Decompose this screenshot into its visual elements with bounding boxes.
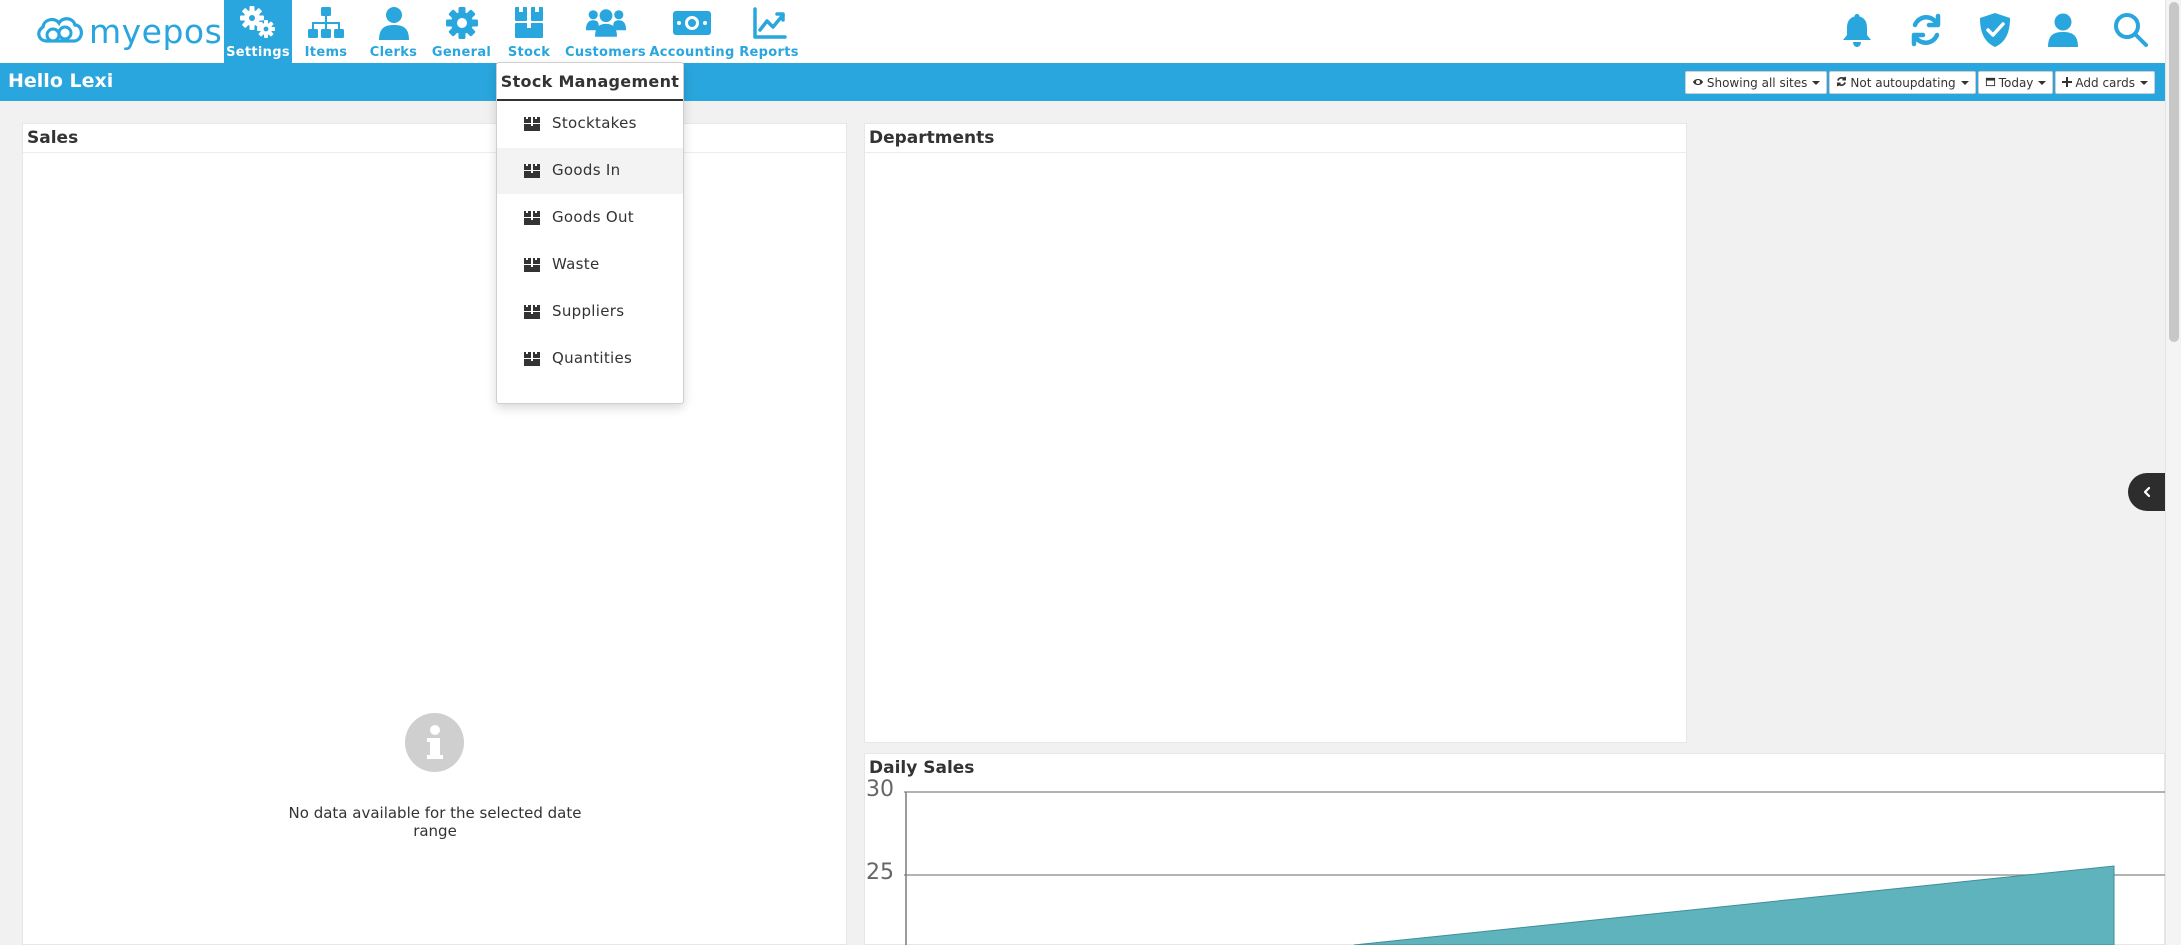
sites-filter-label: Showing all sites [1706, 75, 1808, 90]
dropdown-item-label: Goods Out [552, 208, 634, 226]
top-nav: myepos Settings Items Clerks General Sto… [0, 0, 2165, 63]
refresh-button[interactable] [1906, 12, 1946, 52]
cloud-logo-icon [37, 17, 83, 43]
bell-icon [1841, 12, 1873, 52]
app-logo-text: myepos [89, 11, 223, 51]
chart-line-icon [748, 4, 790, 42]
nav-stock[interactable]: Stock [496, 0, 562, 63]
user-icon [373, 4, 415, 42]
boxes-icon [508, 4, 550, 42]
dropdown-item-label: Goods In [552, 161, 621, 179]
boxes-icon [523, 164, 541, 178]
sales-empty-message: No data available for the selected date … [288, 804, 582, 840]
dropdown-item-goods-in[interactable]: Goods In [497, 148, 683, 194]
app-logo[interactable]: myepos [33, 8, 222, 54]
money-icon [671, 4, 713, 42]
nav-clerks[interactable]: Clerks [360, 0, 427, 63]
greeting: Hello Lexi [8, 70, 114, 92]
search-button[interactable] [2111, 12, 2151, 52]
nav-accounting[interactable]: Accounting [649, 0, 735, 63]
page-scrollbar[interactable] [2165, 0, 2181, 945]
nav-settings-label: Settings [226, 45, 290, 60]
add-cards-label: Add cards [2075, 75, 2135, 90]
departments-card-title: Departments [869, 128, 995, 148]
card-divider [865, 152, 1686, 153]
dropdown-item-label: Stocktakes [552, 114, 637, 132]
nav-customers[interactable]: Customers [563, 0, 648, 63]
boxes-icon [523, 211, 541, 225]
collapse-panel-button[interactable] [2128, 473, 2165, 511]
nav-reports-label: Reports [739, 45, 799, 60]
dropdown-item-stocktakes[interactable]: Stocktakes [497, 101, 683, 147]
nav-items[interactable]: Items [293, 0, 359, 63]
calendar-icon [1985, 76, 1996, 90]
daily-sales-chart [904, 791, 2165, 945]
nav-customers-label: Customers [565, 45, 646, 60]
gears-icon [237, 4, 279, 42]
sites-filter-button[interactable]: Showing all sites [1684, 71, 1828, 94]
boxes-icon [523, 258, 541, 272]
nav-general[interactable]: General [428, 0, 495, 63]
notifications-button[interactable] [1837, 12, 1877, 52]
card-divider [23, 152, 846, 153]
daily-sales-card-title: Daily Sales [869, 758, 975, 778]
user-icon [2046, 12, 2080, 52]
dropdown-title: Stock Management [497, 63, 683, 101]
dropdown-item-suppliers[interactable]: Suppliers [497, 289, 683, 335]
dropdown-item-quantities[interactable]: Quantities [497, 336, 683, 382]
chevron-down-icon [2140, 80, 2148, 85]
boxes-icon [523, 352, 541, 366]
search-icon [2113, 12, 2149, 52]
chevron-left-icon [2141, 483, 2153, 502]
chevron-down-icon [1812, 80, 1821, 85]
chevron-down-icon [1960, 80, 1969, 85]
boxes-icon [523, 305, 541, 319]
profile-button[interactable] [2043, 12, 2083, 52]
autoupdate-label: Not autoupdating [1850, 75, 1956, 90]
nav-stock-label: Stock [507, 45, 551, 60]
nav-reports[interactable]: Reports [735, 0, 803, 63]
nav-clerks-label: Clerks [369, 45, 418, 60]
boxes-icon [523, 117, 541, 131]
chevron-down-icon [2038, 80, 2047, 85]
sitemap-icon [305, 4, 347, 42]
dropdown-item-waste[interactable]: Waste [497, 242, 683, 288]
nav-items-label: Items [304, 45, 348, 60]
dropdown-item-label: Quantities [552, 349, 633, 367]
sales-card-title: Sales [27, 128, 79, 148]
gear-icon [441, 4, 483, 42]
refresh-icon [1908, 12, 1944, 52]
header-bar: Hello Lexi Showing all sites Not autoupd… [0, 63, 2165, 101]
dropdown-item-label: Waste [552, 255, 600, 273]
autoupdate-button[interactable]: Not autoupdating [1829, 71, 1976, 94]
nav-accounting-label: Accounting [649, 45, 735, 60]
plus-icon [2062, 76, 2073, 90]
date-range-label: Today [1998, 75, 2034, 90]
date-range-button[interactable]: Today [1977, 71, 2054, 94]
stock-management-dropdown: Stock Management Stocktakes Goods In Goods… [496, 62, 684, 404]
dropdown-item-label: Suppliers [552, 302, 625, 320]
nav-settings[interactable]: Settings [224, 0, 292, 63]
scrollbar-thumb[interactable] [2169, 2, 2179, 342]
daily-sales-area-series [1353, 865, 2115, 945]
departments-card: Departments [864, 123, 1687, 743]
dropdown-item-goods-out[interactable]: Goods Out [497, 195, 683, 241]
users-icon [585, 4, 627, 42]
security-button[interactable] [1975, 12, 2015, 52]
add-cards-button[interactable]: Add cards [2055, 71, 2155, 94]
info-icon [405, 713, 464, 772]
nav-general-label: General [431, 45, 492, 60]
eye-icon [1692, 76, 1704, 90]
refresh-icon [1836, 76, 1847, 90]
shield-check-icon [1978, 12, 2012, 52]
header-button-group: Showing all sites Not autoupdating Today… [1684, 71, 2155, 94]
